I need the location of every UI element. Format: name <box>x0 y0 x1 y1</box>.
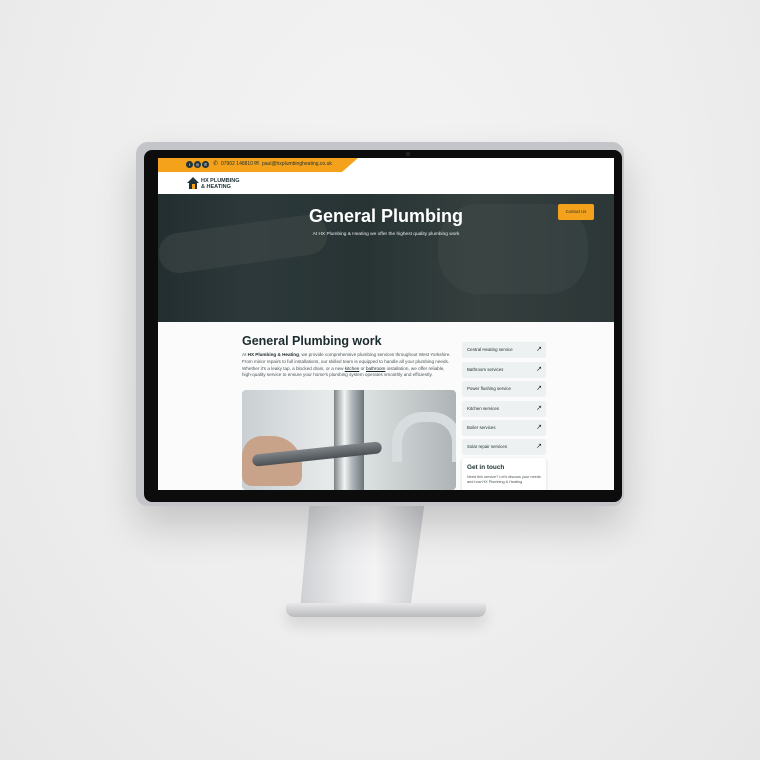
faucet-shape <box>392 412 456 462</box>
house-logo-icon[interactable] <box>186 176 200 190</box>
sidebar-item-label: Solar repair services <box>467 444 508 449</box>
arrow-up-right-icon: ↗ <box>536 424 542 431</box>
sidebar-item-solar-repair[interactable]: Solar repair services ↗ <box>462 439 546 455</box>
logo-line-2: & HEATING <box>201 184 231 190</box>
intro-text-3: or <box>359 365 366 371</box>
website-screen: f ◎ ✆ ✆ 07902 148810 ✉ paul@hxplumbinghe… <box>158 158 614 490</box>
plumbing-photo <box>242 390 456 490</box>
get-in-touch-card: Get in touch Need this service? Let's di… <box>462 458 546 490</box>
camera-icon <box>406 152 410 156</box>
facebook-icon[interactable]: f <box>186 161 193 168</box>
bathroom-link[interactable]: bathroom <box>366 366 385 371</box>
arrow-up-right-icon: ↗ <box>536 443 542 450</box>
monitor-stand-neck <box>300 500 425 610</box>
sidebar-item-boiler[interactable]: Boiler services ↗ <box>462 420 546 436</box>
arrow-up-right-icon: ↗ <box>536 346 542 353</box>
sidebar-item-power-flushing[interactable]: Power flushing service ↗ <box>462 381 546 397</box>
monitor-stand-base <box>286 603 486 617</box>
sidebar-item-label: Bathroom services <box>467 367 504 372</box>
page-title: General Plumbing work <box>242 334 382 348</box>
phone-icon: ✆ <box>213 161 219 167</box>
brand-name: HX Plumbing & Heating <box>247 352 299 357</box>
email-icon: ✉ <box>254 161 260 167</box>
sidebar-item-kitchen[interactable]: Kitchen services ↗ <box>462 401 546 417</box>
sidebar-item-label: Central Heating service <box>467 347 513 352</box>
phone-number[interactable]: 07902 148810 <box>221 161 253 167</box>
sidebar-item-label: Boiler services <box>467 425 496 430</box>
arrow-up-right-icon: ↗ <box>536 405 542 412</box>
instagram-icon[interactable]: ◎ <box>194 161 201 168</box>
arrow-up-right-icon: ↗ <box>536 385 542 392</box>
logo-text[interactable]: HX PLUMBING & HEATING <box>201 178 261 190</box>
sidebar-item-bathroom[interactable]: Bathroom services ↗ <box>462 362 546 378</box>
hero-title: General Plumbing <box>308 206 464 226</box>
kitchen-link[interactable]: kitchen <box>345 366 360 371</box>
get-in-touch-title: Get in touch <box>467 464 505 471</box>
sidebar-item-label: Kitchen services <box>467 406 499 411</box>
hero-subtitle: At HX Plumbing & Heating we offer the hi… <box>312 232 460 237</box>
sidebar-item-label: Power flushing service <box>467 386 511 391</box>
email-address[interactable]: paul@hxplumbingheating.co.uk <box>262 161 332 167</box>
arrow-up-right-icon: ↗ <box>536 366 542 373</box>
sidebar-item-central-heating[interactable]: Central Heating service ↗ <box>462 342 546 358</box>
chrome-pipe <box>334 390 364 490</box>
get-in-touch-text: Need this service? Let's discuss your ne… <box>467 475 541 484</box>
intro-paragraph: At HX Plumbing & Heating, we provide com… <box>242 352 456 379</box>
whatsapp-icon[interactable]: ✆ <box>202 161 209 168</box>
